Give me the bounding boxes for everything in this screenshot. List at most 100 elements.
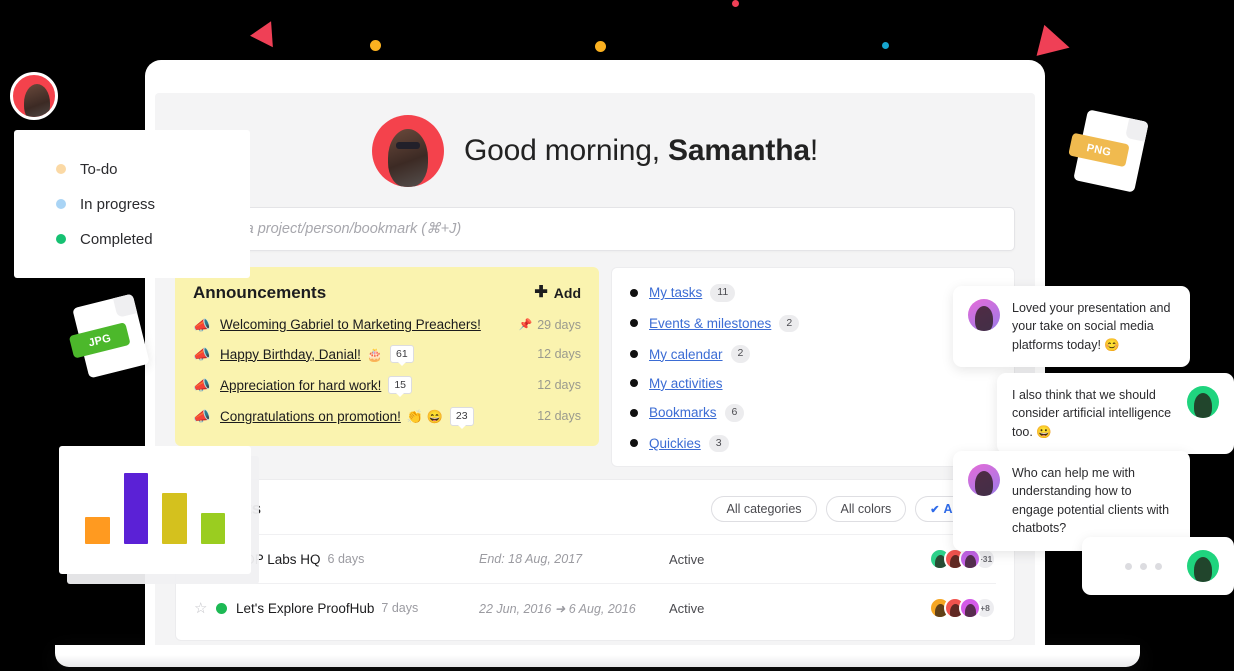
project-dates: End: 18 Aug, 2017 <box>479 552 583 567</box>
announcement-link[interactable]: Happy Birthday, Danial! <box>220 347 361 362</box>
announcement-age: 12 days <box>537 409 581 424</box>
table-row[interactable]: ☆ Let's Explore ProofHub 7 days 22 Jun, … <box>194 583 996 632</box>
browser-window: Good morning, Samantha! Announcements ✚ … <box>145 60 1045 645</box>
quicklink-count: 6 <box>724 403 745 422</box>
greeting-prefix: Good morning, <box>464 134 660 167</box>
file-fold-corner <box>1125 118 1149 142</box>
announcement-emoji: 🎂 <box>366 346 384 362</box>
filter-all-colors[interactable]: All colors <box>825 496 907 523</box>
confetti-triangle-left <box>249 21 273 49</box>
comment-count-badge[interactable]: 61 <box>390 345 414 367</box>
quicklink-label[interactable]: My activities <box>649 376 723 391</box>
status-legend-card: To-do In progress Completed <box>14 130 250 278</box>
bar-4 <box>200 512 225 544</box>
bar-2 <box>123 473 148 544</box>
project-row-content: ☆ SDP Labs HQ 6 days End: 18 Aug, 2017 A… <box>194 548 996 571</box>
announcement-link[interactable]: Appreciation for hard work! <box>220 378 381 393</box>
projects-card: Projects All categories All colors ✔Acti… <box>175 479 1015 642</box>
announcement-item[interactable]: 📣 Congratulations on promotion! 👏 😄 23 1… <box>193 407 581 429</box>
confetti-dot-cyan <box>882 42 889 49</box>
megaphone-icon: 📣 <box>193 346 211 363</box>
scene-root: Good morning, Samantha! Announcements ✚ … <box>0 0 1234 671</box>
chat-message-text: Loved your presentation and your take on… <box>1012 301 1171 352</box>
quicklink-my-calendar[interactable]: My calendar 2 <box>630 345 996 363</box>
quicklink-label[interactable]: My tasks <box>649 285 702 300</box>
comment-count-badge[interactable]: 15 <box>388 376 413 398</box>
bullet-icon <box>630 319 638 328</box>
chat-message-text: I also think that we should consider art… <box>1012 388 1172 439</box>
legend-item-completed: Completed <box>56 231 250 248</box>
project-color-dot <box>216 602 227 614</box>
legend-item-in-progress: In progress <box>56 196 250 213</box>
announcements-title: Announcements <box>193 283 327 302</box>
bar-chart-card <box>59 446 251 574</box>
search-input[interactable] <box>190 221 1000 237</box>
bullet-icon <box>630 439 638 448</box>
announcement-age: 12 days <box>537 378 581 393</box>
project-members[interactable]: +8 <box>929 597 996 620</box>
add-announcement-label: Add <box>553 285 581 301</box>
announcement-link[interactable]: Welcoming Gabriel to Marketing Preachers… <box>220 317 481 332</box>
floating-user-avatar[interactable] <box>10 72 58 120</box>
bullet-icon <box>630 379 638 388</box>
legend-dot-in-progress <box>56 199 66 209</box>
confetti-dot-red <box>732 0 739 7</box>
avatar <box>1187 550 1219 582</box>
announcement-emoji: 👏 😄 <box>406 408 443 424</box>
announcement-link[interactable]: Congratulations on promotion! <box>220 409 401 424</box>
announcement-item[interactable]: 📣 Appreciation for hard work! 15 12 days <box>193 376 581 398</box>
chat-message-text: Who can help me with understanding how t… <box>1012 466 1170 536</box>
table-row[interactable]: ☆ SDP Labs HQ 6 days End: 18 Aug, 2017 A… <box>194 534 996 583</box>
chat-bubble-incoming: Who can help me with understanding how t… <box>953 451 1190 551</box>
quicklink-label[interactable]: Quickies <box>649 436 701 451</box>
bullet-icon <box>630 350 638 359</box>
announcement-item[interactable]: 📣 Welcoming Gabriel to Marketing Preache… <box>193 317 581 332</box>
quicklink-label[interactable]: My calendar <box>649 347 723 362</box>
user-avatar[interactable] <box>372 115 445 187</box>
bar-1 <box>85 516 110 544</box>
confetti-dot-yellow-2 <box>595 41 606 52</box>
quicklink-quickies[interactable]: Quickies 3 <box>630 434 996 453</box>
announcement-meta: 📌 29 days <box>519 318 581 332</box>
project-name[interactable]: Let's Explore ProofHub <box>236 601 374 616</box>
megaphone-icon: 📣 <box>193 377 211 394</box>
legend-item-todo: To-do <box>56 161 250 178</box>
greeting-suffix: ! <box>809 134 818 167</box>
pin-icon: 📌 <box>518 319 533 331</box>
project-status: Active <box>669 600 705 616</box>
announcement-age: 12 days <box>537 347 581 362</box>
legend-dot-completed <box>56 234 66 244</box>
confetti-triangle-right <box>1036 24 1074 64</box>
greeting-header: Good morning, Samantha! <box>155 93 1035 207</box>
legend-dot-todo <box>56 164 66 174</box>
comment-count-badge[interactable]: 23 <box>449 407 474 429</box>
quicklink-my-tasks[interactable]: My tasks 11 <box>630 284 996 302</box>
announcement-item[interactable]: 📣 Happy Birthday, Danial! 🎂 61 12 days <box>193 345 581 367</box>
legend-label: Completed <box>80 230 153 248</box>
project-members[interactable]: +31 <box>929 548 996 571</box>
star-outline-icon[interactable]: ☆ <box>194 599 216 617</box>
legend-label: In progress <box>80 195 156 213</box>
quicklink-label[interactable]: Events & milestones <box>649 316 771 331</box>
announcements-header: Announcements ✚ Add <box>193 283 581 303</box>
announcement-age: 29 days <box>537 317 581 332</box>
avatar <box>1187 386 1219 418</box>
quicklink-count: 3 <box>708 434 729 453</box>
chat-bubble-incoming: Loved your presentation and your take on… <box>953 286 1190 368</box>
page-title: Good morning, Samantha! <box>464 134 818 168</box>
quicklink-bookmarks[interactable]: Bookmarks 6 <box>630 403 996 422</box>
bar-3 <box>162 493 187 544</box>
search-bar[interactable] <box>175 207 1015 251</box>
quicklink-label[interactable]: Bookmarks <box>649 405 717 420</box>
dashboard-viewport: Good morning, Samantha! Announcements ✚ … <box>155 93 1035 645</box>
quicklink-events-milestones[interactable]: Events & milestones 2 <box>630 314 996 333</box>
quicklink-my-activities[interactable]: My activities <box>630 376 996 391</box>
quicklink-count: 11 <box>710 284 736 302</box>
typing-dots-icon <box>1097 562 1162 570</box>
megaphone-icon: 📣 <box>193 408 211 425</box>
project-days: 7 days <box>381 601 419 616</box>
add-announcement-button[interactable]: ✚ Add <box>534 285 581 302</box>
file-badge-png: PNG <box>1068 109 1149 193</box>
legend-label: To-do <box>80 160 118 178</box>
filter-all-categories[interactable]: All categories <box>711 496 817 523</box>
